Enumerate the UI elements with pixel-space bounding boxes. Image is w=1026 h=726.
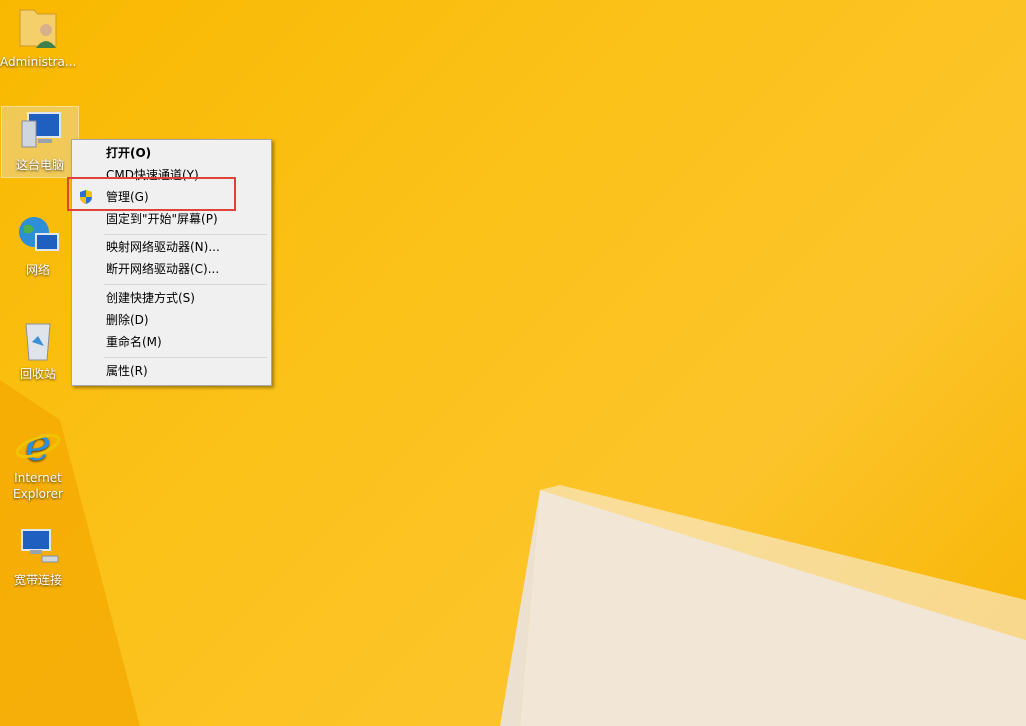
user-folder-icon [19,9,57,48]
computer-icon [21,112,61,148]
recycle-bin-icon [25,323,51,361]
icon-label: 宽带连接 [13,573,62,587]
menu-separator [104,357,267,358]
menu-item-rename[interactable]: 重命名(M) [72,331,271,353]
icon-label: 这台电脑 [15,158,64,172]
desktop-icon-administrator[interactable]: Administra... [0,4,76,74]
annotation-highlight-box [67,177,236,211]
menu-item-create-shortcut[interactable]: 创建快捷方式(S) [72,287,271,309]
icon-label: 网络 [25,263,50,277]
desktop-icon-this-pc[interactable]: 这台电脑 [1,106,79,178]
menu-item-disconnect-drive[interactable]: 断开网络驱动器(C)... [72,258,271,280]
menu-item-pin-start[interactable]: 固定到"开始"屏幕(P) [72,208,271,230]
desktop: Administra... 这台电脑 网络 回收站 e Internet Exp… [0,0,1026,726]
menu-item-map-drive[interactable]: 映射网络驱动器(N)... [72,236,271,258]
desktop-icon-broadband[interactable]: 宽带连接 [0,522,76,592]
icon-label: 回收站 [19,367,56,381]
icon-label: Internet Explorer [13,471,63,501]
desktop-icon-recycle-bin[interactable]: 回收站 [0,316,76,386]
icon-label: Administra... [0,55,77,69]
menu-item-delete[interactable]: 删除(D) [72,309,271,331]
internet-explorer-icon: e [15,420,61,468]
menu-item-open[interactable]: 打开(O) [72,142,271,164]
svg-text:e: e [25,420,51,468]
menu-separator [104,284,267,285]
network-globe-icon [19,217,59,251]
menu-separator [104,234,267,235]
broadband-connection-icon [21,529,59,563]
desktop-icon-network[interactable]: 网络 [0,212,76,282]
desktop-icon-internet-explorer[interactable]: e Internet Explorer [0,420,76,510]
menu-item-properties[interactable]: 属性(R) [72,360,271,382]
